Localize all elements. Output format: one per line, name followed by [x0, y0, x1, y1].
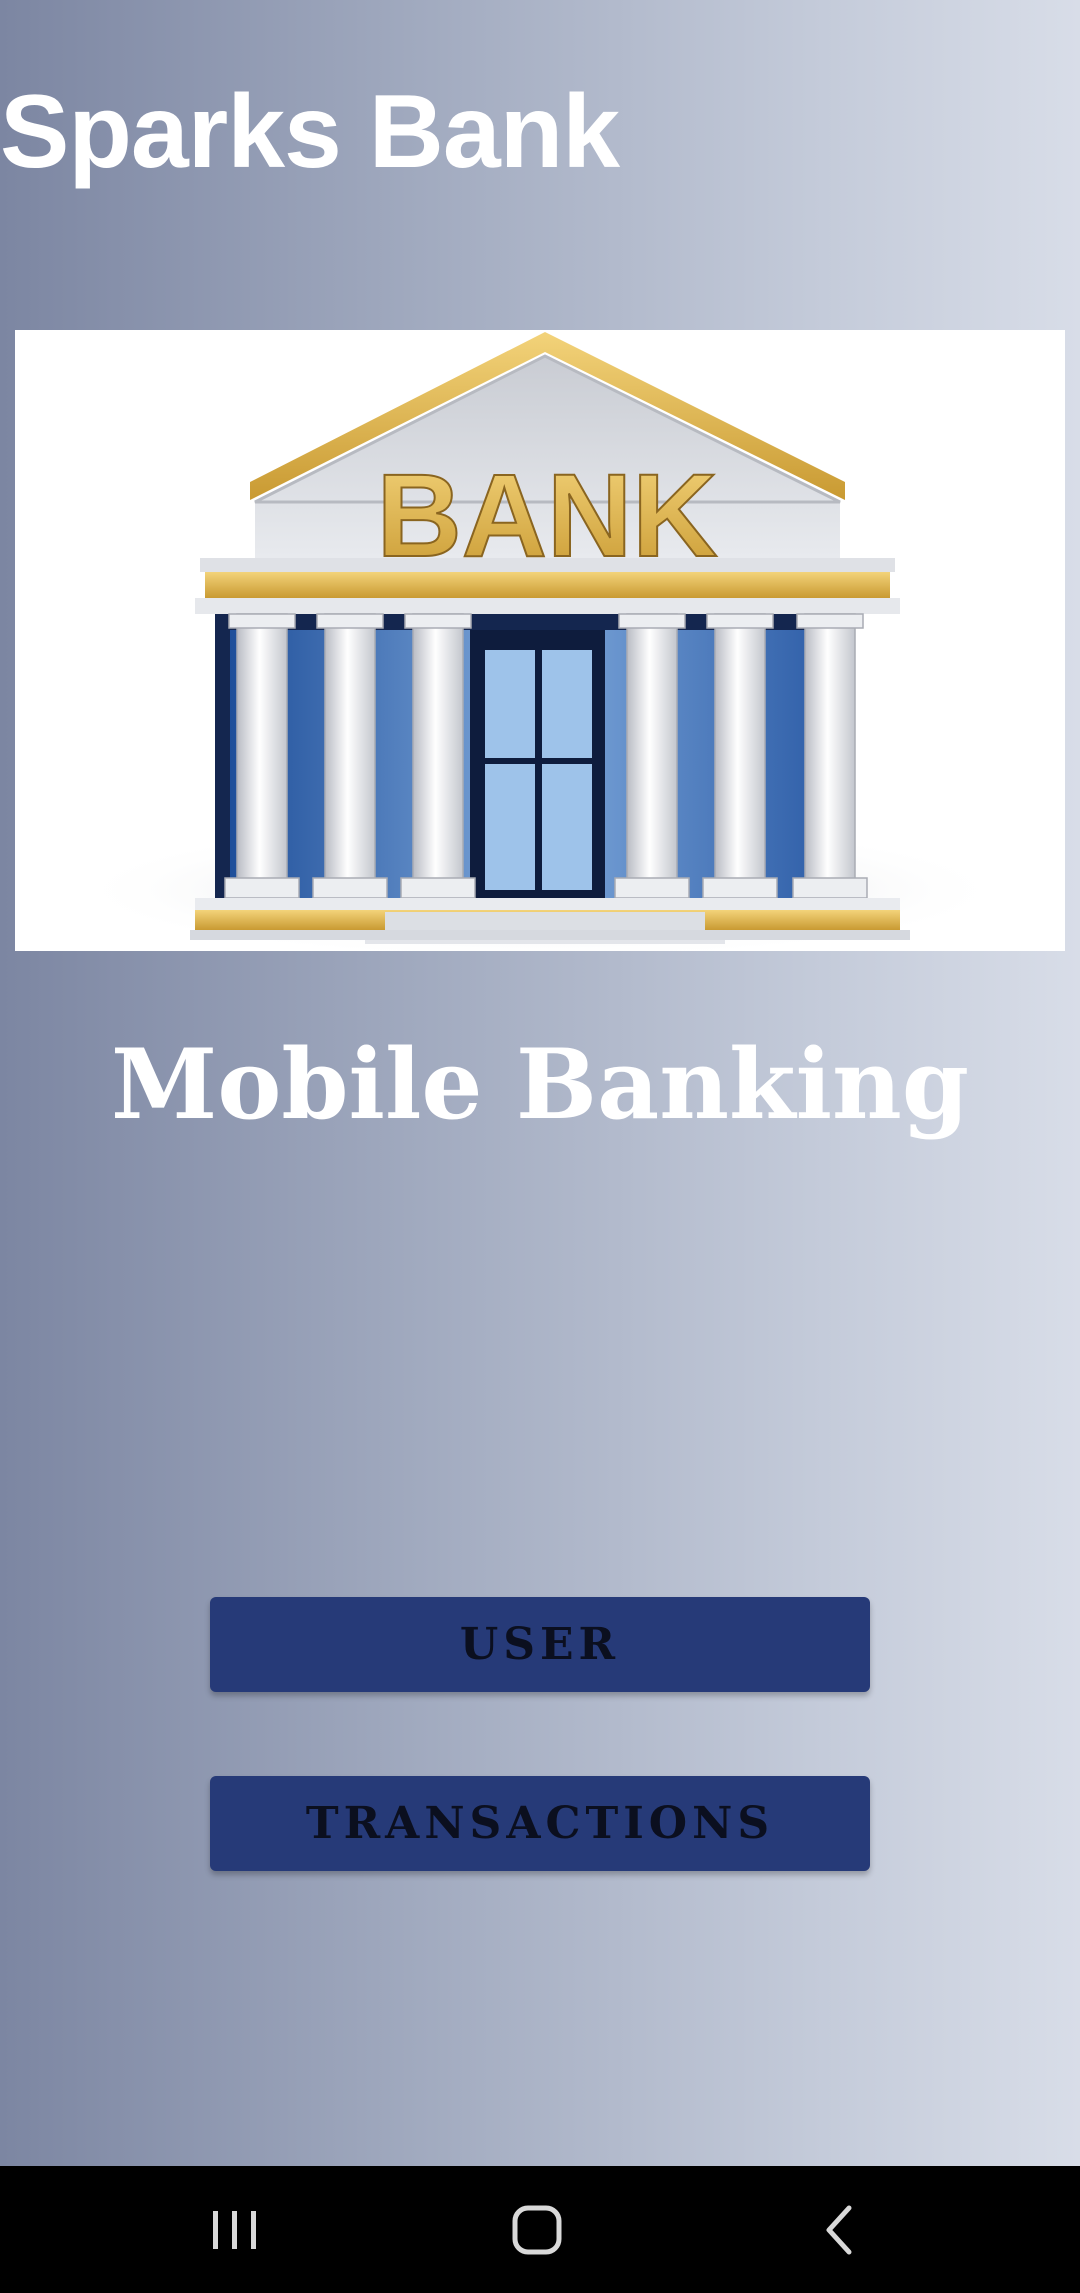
mobile-banking-heading: Mobile Banking [111, 1028, 969, 1141]
back-icon [826, 2205, 852, 2254]
system-navigation-bar [0, 2166, 1080, 2293]
recent-apps-icon [213, 2210, 256, 2249]
bank-building-image: BANK [15, 330, 1065, 951]
recent-apps-button[interactable] [155, 2166, 315, 2293]
transactions-button[interactable]: TRANSACTIONS [210, 1776, 870, 1871]
bank-building-icon: BANK [70, 332, 1010, 951]
back-button[interactable] [760, 2166, 920, 2293]
user-button[interactable]: USER [210, 1597, 870, 1692]
app-screen: Sparks Bank BANK Mobile Banking USER TRA… [0, 0, 1080, 2166]
home-icon [512, 2205, 562, 2254]
home-button[interactable] [457, 2166, 617, 2293]
app-title: Sparks Bank [0, 74, 620, 190]
